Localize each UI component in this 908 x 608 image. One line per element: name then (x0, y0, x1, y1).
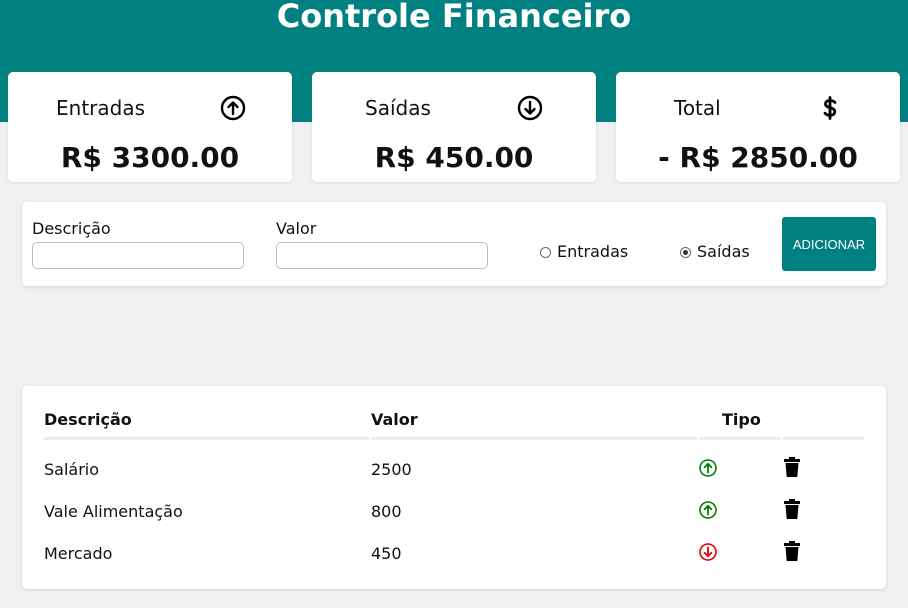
card-total-label: Total (674, 96, 721, 120)
card-saidas-value: R$ 450.00 (374, 141, 534, 174)
arrow-down-circle-icon (699, 543, 717, 561)
card-total: Total - R$ 2850.00 (616, 72, 900, 182)
transactions-table: Descrição Valor Tipo Salário 2500 Vale A… (22, 386, 886, 589)
descricao-label: Descrição (32, 219, 111, 238)
radio-entradas-option[interactable]: Entradas (540, 242, 628, 262)
arrow-up-circle-icon (220, 95, 246, 121)
transaction-form: Descrição Valor Entradas Saídas ADICIONA… (22, 202, 886, 286)
table-row: Mercado 450 (22, 539, 886, 569)
table-row: Vale Alimentação 800 (22, 497, 886, 527)
trash-icon[interactable] (782, 498, 802, 520)
row-valor: 800 (371, 502, 402, 521)
valor-input[interactable] (276, 242, 488, 269)
page-title: Controle Financeiro (276, 0, 632, 35)
header-descricao: Descrição (44, 410, 132, 429)
valor-label: Valor (276, 219, 317, 238)
row-descricao: Vale Alimentação (44, 502, 183, 521)
row-valor: 450 (371, 544, 402, 563)
table-row: Salário 2500 (22, 455, 886, 485)
dollar-sign-icon (823, 96, 837, 120)
arrow-up-circle-icon (699, 459, 717, 477)
card-entradas: Entradas R$ 3300.00 (8, 72, 292, 182)
radio-saidas[interactable] (680, 246, 691, 258)
radio-entradas-label: Entradas (557, 242, 629, 261)
row-descricao: Mercado (44, 544, 113, 563)
radio-entradas[interactable] (540, 246, 551, 258)
row-descricao: Salário (44, 460, 100, 479)
card-saidas-label: Saídas (365, 96, 431, 120)
descricao-input[interactable] (32, 242, 244, 269)
trash-icon[interactable] (782, 456, 802, 478)
header-divider (783, 437, 864, 440)
add-button[interactable]: ADICIONAR (782, 217, 876, 271)
card-entradas-label: Entradas (56, 96, 146, 120)
radio-saidas-option[interactable]: Saídas (680, 242, 750, 262)
arrow-down-circle-icon (517, 95, 543, 121)
header-tipo: Tipo (722, 410, 761, 429)
header-valor: Valor (371, 410, 418, 429)
header-divider (371, 437, 697, 440)
radio-saidas-label: Saídas (697, 242, 750, 261)
trash-icon[interactable] (782, 540, 802, 562)
row-valor: 2500 (371, 460, 412, 479)
card-entradas-value: R$ 3300.00 (60, 141, 240, 174)
header-divider (699, 437, 781, 440)
arrow-up-circle-icon (699, 501, 717, 519)
card-saidas: Saídas R$ 450.00 (312, 72, 596, 182)
header-divider (44, 437, 369, 440)
card-total-value: - R$ 2850.00 (658, 141, 858, 174)
